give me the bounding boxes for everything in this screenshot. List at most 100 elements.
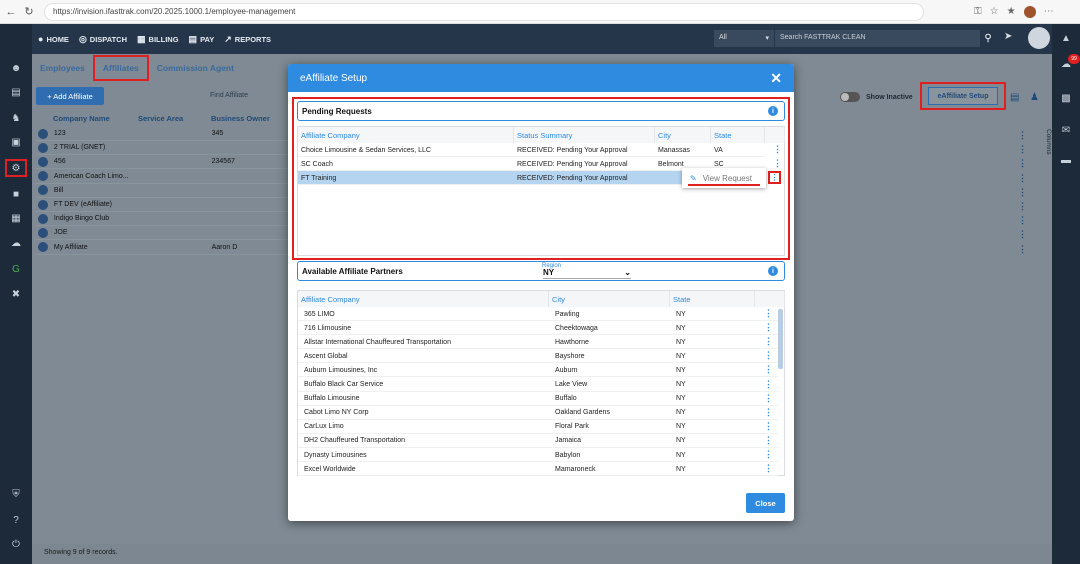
row-menu-icon[interactable]: ⋮ bbox=[764, 364, 773, 375]
search-scope-select[interactable]: All ▾ bbox=[714, 30, 774, 47]
row-menu-icon[interactable]: ⋮ bbox=[1018, 130, 1028, 141]
table-row[interactable]: Buffalo Limousine Buffalo NY ⋮ bbox=[298, 392, 778, 406]
row-menu-icon[interactable]: ⋮ bbox=[764, 407, 773, 418]
add-affiliate-button[interactable]: + Add Affiliate bbox=[36, 87, 104, 105]
table-row[interactable]: 716 Llimousine Cheektowaga NY ⋮ bbox=[298, 321, 778, 336]
col-service-area[interactable]: Service Area bbox=[138, 114, 211, 123]
table-row[interactable]: Cabot Limo NY Corp Oakland Gardens NY ⋮ bbox=[298, 406, 778, 420]
row-menu-icon[interactable]: ⋮ bbox=[764, 336, 773, 347]
row-menu-icon[interactable]: ⋮ bbox=[764, 350, 773, 361]
search-icon[interactable]: ⚲ bbox=[980, 30, 996, 47]
fish-icon[interactable]: ➤ bbox=[1004, 31, 1012, 42]
row-menu-icon[interactable]: ⋮ bbox=[764, 393, 773, 404]
notes-icon[interactable]: ▤ bbox=[1010, 92, 1019, 103]
refresh-icon[interactable]: ↻ bbox=[22, 5, 36, 19]
table-row[interactable]: Excel Worldwide Mamaroneck NY ⋮ bbox=[298, 462, 778, 477]
row-menu-icon[interactable]: ⋮ bbox=[1018, 244, 1028, 255]
search-input[interactable]: Search FASTTRAK CLEAN bbox=[774, 30, 980, 47]
table-row[interactable]: American Coach Limo... bbox=[36, 170, 288, 184]
favorites-icon[interactable]: ★ bbox=[1007, 6, 1016, 17]
col-affiliate-company[interactable]: Affiliate Company bbox=[298, 291, 549, 307]
col-affiliate-company[interactable]: Affiliate Company bbox=[298, 127, 514, 143]
row-menu-icon[interactable]: ⋮ bbox=[764, 308, 773, 319]
card-icon[interactable]: ▬ bbox=[1058, 152, 1074, 168]
help-icon[interactable]: ? bbox=[8, 512, 24, 528]
row-menu-icon[interactable]: ⋮ bbox=[1018, 158, 1028, 169]
row-menu-icon[interactable]: ⋮ bbox=[773, 144, 782, 155]
table-row[interactable]: DH2 Chauffeured Transportation Jamaica NY ⋮ bbox=[298, 434, 778, 448]
back-icon[interactable]: ← bbox=[4, 5, 18, 19]
row-menu-icon[interactable]: ⋮ bbox=[773, 158, 782, 169]
row-menu-icon[interactable]: ⋮ bbox=[764, 421, 773, 432]
find-affiliate-input[interactable]: Find Affiliate bbox=[210, 92, 248, 99]
row-menu-icon[interactable]: ⋮ bbox=[764, 435, 773, 446]
power-icon[interactable]: ⏻ bbox=[8, 536, 24, 552]
tab-commission-agent[interactable]: Commission Agent bbox=[149, 63, 242, 73]
monitor-icon[interactable]: ▩ bbox=[1058, 90, 1074, 106]
row-menu-icon[interactable]: ⋮ bbox=[768, 171, 781, 184]
table-row[interactable]: FT DEV (eAffiliate) bbox=[36, 198, 288, 212]
col-business-owner[interactable]: Business Owner bbox=[211, 114, 288, 123]
info-icon[interactable]: i bbox=[768, 266, 778, 276]
row-menu-icon[interactable]: ⋮ bbox=[1018, 187, 1028, 198]
show-inactive[interactable]: Show Inactive bbox=[840, 92, 913, 102]
row-menu-icon[interactable]: ⋮ bbox=[1018, 215, 1028, 226]
row-menu-icon[interactable]: ⋮ bbox=[764, 379, 773, 390]
nav-pay[interactable]: ▤ PAY bbox=[189, 34, 215, 45]
key-icon[interactable]: ⚿ bbox=[974, 6, 982, 17]
table-row[interactable]: 456 234567 bbox=[36, 155, 288, 170]
close-icon[interactable]: ✕ bbox=[770, 70, 782, 87]
col-status-summary[interactable]: Status Summary bbox=[514, 127, 655, 143]
user-avatar[interactable] bbox=[1028, 27, 1050, 49]
col-state[interactable]: State bbox=[711, 127, 765, 143]
truck-icon[interactable]: ■ bbox=[8, 186, 24, 202]
col-city[interactable]: City bbox=[655, 127, 711, 143]
pin-icon[interactable]: ▲ bbox=[1058, 30, 1074, 46]
calendar-icon[interactable]: ▦ bbox=[8, 210, 24, 226]
cloud-icon[interactable]: ☁ bbox=[8, 235, 24, 251]
table-row[interactable]: CarLux Limo Floral Park NY ⋮ bbox=[298, 420, 778, 434]
table-row[interactable]: Indigo Bingo Club bbox=[36, 212, 288, 227]
col-state[interactable]: State bbox=[670, 291, 755, 307]
show-inactive-toggle[interactable] bbox=[840, 92, 860, 102]
row-menu-icon[interactable]: ⋮ bbox=[1018, 173, 1028, 184]
table-row[interactable]: My Affiliate Aaron D bbox=[36, 241, 288, 255]
table-row[interactable]: Auburn Limousines, Inc Auburn NY ⋮ bbox=[298, 363, 778, 378]
row-menu-icon[interactable]: ⋮ bbox=[1018, 229, 1028, 240]
table-scrollbar[interactable] bbox=[778, 309, 783, 369]
star-icon[interactable]: ☆ bbox=[990, 6, 999, 17]
table-row[interactable]: Buffalo Black Car Service Lake View NY ⋮ bbox=[298, 378, 778, 392]
nav-home[interactable]: ● HOME bbox=[38, 34, 69, 44]
close-button[interactable]: Close bbox=[746, 493, 785, 513]
table-row[interactable]: 2 TRIAL (GNET) bbox=[36, 141, 288, 156]
address-bar[interactable]: https://invision.ifasttrak.com/20.2025.1… bbox=[44, 2, 924, 21]
chat-icon[interactable]: ✉ bbox=[1058, 122, 1074, 138]
g-logo-icon[interactable]: G bbox=[8, 261, 24, 277]
tab-affiliates[interactable]: Affiliates bbox=[92, 55, 149, 81]
tab-employees[interactable]: Employees bbox=[32, 63, 93, 73]
profile-avatar[interactable] bbox=[1023, 5, 1036, 18]
nav-reports[interactable]: ↗ REPORTS bbox=[224, 34, 271, 45]
col-company-name[interactable]: Company Name bbox=[36, 114, 138, 123]
more-icon[interactable]: ⋯ bbox=[1044, 6, 1054, 17]
settings-gears-icon[interactable]: ⚙ bbox=[5, 159, 27, 177]
car-icon[interactable]: ▣ bbox=[8, 134, 24, 150]
region-select[interactable]: NY ⌄ bbox=[543, 268, 631, 279]
col-city[interactable]: City bbox=[549, 291, 670, 307]
table-row[interactable]: Choice Limousine & Sedan Services, LLC RE… bbox=[298, 143, 765, 157]
eaffiliate-setup-button[interactable]: eAffiliate Setup bbox=[928, 87, 998, 105]
row-menu-icon[interactable]: ⋮ bbox=[1018, 201, 1028, 212]
table-row[interactable]: 365 LIMO Pawling NY ⋮ bbox=[298, 307, 778, 321]
row-menu-icon[interactable]: ⋮ bbox=[1018, 144, 1028, 155]
table-row[interactable]: Dynasty Limousines Babylon NY ⋮ bbox=[298, 448, 778, 462]
row-menu-icon[interactable]: ⋮ bbox=[764, 322, 773, 333]
person-icon[interactable]: ♟ bbox=[1030, 92, 1039, 103]
table-row[interactable]: 123 345 bbox=[36, 127, 288, 141]
table-row[interactable]: Allstar International Chauffeured Transp… bbox=[298, 335, 778, 350]
people-icon[interactable]: ♞ bbox=[8, 110, 24, 126]
document-icon[interactable]: ▤ bbox=[8, 84, 24, 100]
row-menu-icon[interactable]: ⋮ bbox=[764, 463, 773, 474]
tools-icon[interactable]: ✖ bbox=[8, 286, 24, 302]
row-menu-icon[interactable]: ⋮ bbox=[764, 449, 773, 460]
user-icon[interactable]: ☻ bbox=[8, 60, 24, 76]
